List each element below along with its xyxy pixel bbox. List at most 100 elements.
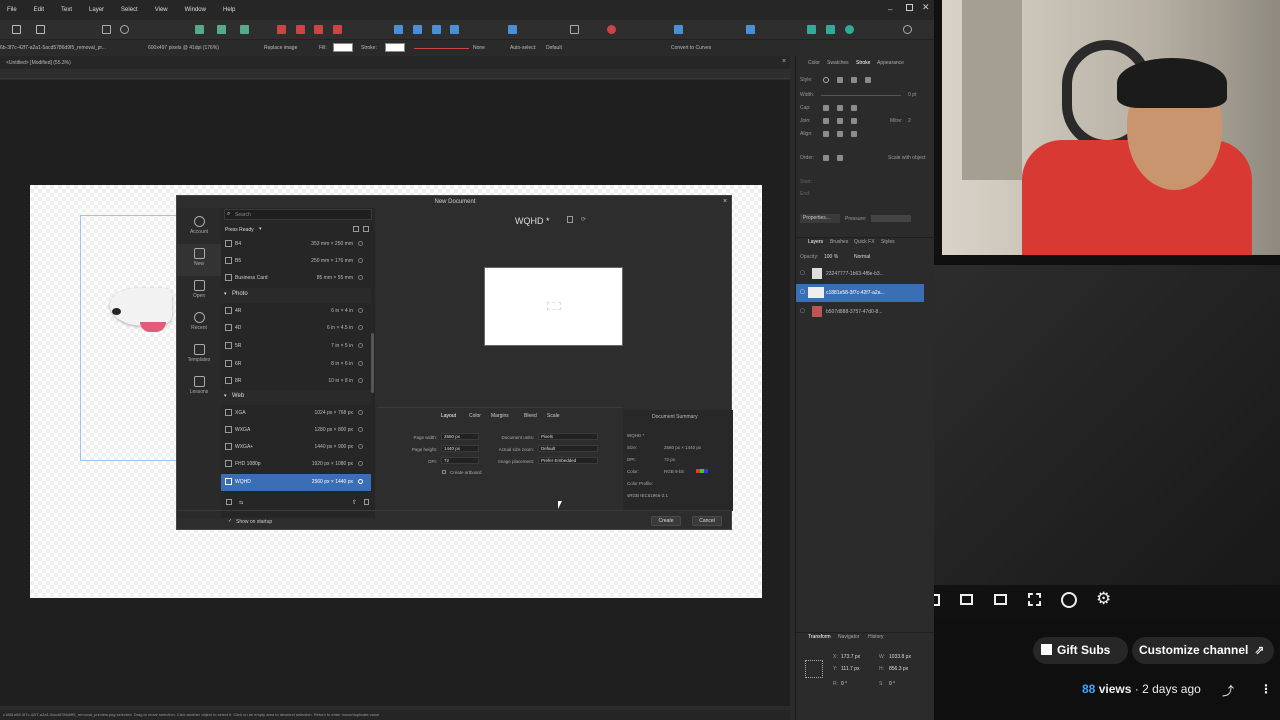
join-round-icon[interactable] — [837, 118, 843, 124]
autoplay-icon[interactable] — [1061, 592, 1077, 608]
list-mode-icon[interactable] — [363, 226, 369, 232]
nav-templates[interactable]: Templates — [177, 340, 221, 372]
arrange-icon[interactable] — [746, 25, 755, 34]
scale-with-object-label[interactable]: Scale with object — [888, 155, 926, 161]
width-value[interactable]: 0 pt — [908, 92, 916, 98]
layer-row[interactable]: ▢ 23247777-1b63-4f8e-b3... — [796, 265, 924, 283]
menu-help[interactable]: Help — [223, 7, 235, 13]
account-icon[interactable] — [903, 25, 912, 34]
snap3-icon[interactable] — [240, 25, 249, 34]
gear-icon[interactable] — [120, 25, 129, 34]
upload-icon[interactable]: ⇧ — [352, 499, 357, 506]
close-window-button[interactable]: ✕ — [922, 2, 930, 13]
no-stroke-icon[interactable] — [823, 77, 829, 83]
nav-open[interactable]: Open — [177, 276, 221, 308]
nav-recent[interactable]: Recent — [177, 308, 221, 340]
menu-text[interactable]: Text — [61, 7, 72, 13]
show-on-startup-checkbox[interactable]: ✓ — [228, 518, 232, 524]
cancel-button[interactable]: Cancel — [692, 516, 722, 526]
add-preset-icon[interactable] — [226, 499, 232, 505]
preset-row[interactable]: XGA 1024 px × 768 px — [221, 405, 371, 422]
cap-round-icon[interactable] — [837, 105, 843, 111]
w-field[interactable]: 1033.8 px — [889, 654, 911, 660]
preset-row-selected[interactable]: WQHD 2560 px × 1440 px — [221, 474, 371, 491]
preset-row[interactable]: 6R 8 in × 6 in — [221, 356, 371, 373]
cap-butt-icon[interactable] — [823, 105, 829, 111]
dog-image[interactable] — [110, 280, 176, 340]
tab-bleed[interactable]: Bleed — [524, 413, 537, 419]
snap-icon[interactable] — [195, 25, 204, 34]
tab-color[interactable]: Color — [469, 413, 481, 419]
maximize-button[interactable] — [906, 4, 913, 11]
preset-row[interactable]: FHD 1080p 1920 px × 1080 px — [221, 456, 371, 473]
preset-row[interactable]: 4R 6 in × 4 in — [221, 303, 371, 320]
align-inside-icon[interactable] — [837, 131, 843, 137]
convert-to-curves-button[interactable]: Convert to Curves — [671, 45, 711, 51]
chapters-icon[interactable] — [934, 594, 940, 606]
nav-lessons[interactable]: Lessons — [177, 372, 221, 404]
r-field[interactable]: 0 ° — [841, 681, 847, 687]
tab-scale[interactable]: Scale — [547, 413, 560, 419]
snap2-icon[interactable] — [217, 25, 226, 34]
replace-image-button[interactable]: Replace image — [264, 45, 297, 51]
flip-icon[interactable] — [607, 25, 616, 34]
document-tab[interactable]: <Untitled> [Modified] (55.3%) × — [0, 56, 790, 69]
move-tool-icon[interactable] — [36, 25, 45, 34]
studio-icon-3[interactable] — [845, 25, 854, 34]
menu-select[interactable]: Select — [121, 7, 138, 13]
solid-line-icon[interactable] — [837, 77, 843, 83]
dialog-close-icon[interactable]: × — [723, 198, 727, 205]
nav-account[interactable]: Account — [177, 212, 221, 244]
tab-layers[interactable]: Layers — [808, 239, 823, 245]
list-scrollbar[interactable] — [371, 333, 374, 393]
align-top-icon[interactable] — [450, 25, 459, 34]
boolean-subtract-icon[interactable] — [296, 25, 305, 34]
boolean-xor-icon[interactable] — [333, 25, 342, 34]
tab-quick-fx[interactable]: Quick FX — [854, 239, 875, 245]
view-mode-icon[interactable] — [353, 226, 359, 232]
layer-row[interactable]: ▢ b507d888-3757-47d0-8... — [796, 303, 924, 321]
subtitles-icon[interactable] — [994, 594, 1007, 605]
preset-row[interactable]: Business Card 85 mm × 55 mm — [221, 270, 371, 287]
properties-button[interactable]: Properties... — [800, 214, 840, 223]
group-header-web[interactable]: ▾ Web — [221, 390, 371, 405]
preset-row[interactable]: 5R 7 in × 5 in — [221, 338, 371, 355]
eye-icon[interactable]: ▢ — [800, 270, 805, 276]
distribute-icon[interactable] — [508, 25, 517, 34]
order-front-icon[interactable] — [837, 155, 843, 161]
align-center-icon[interactable] — [413, 25, 422, 34]
preset-row[interactable]: WXGA+ 1440 px × 900 px — [221, 439, 371, 456]
delete-preset-icon[interactable] — [364, 499, 369, 505]
studio-icon-1[interactable] — [807, 25, 816, 34]
preset-options-icon[interactable]: ⇆ — [239, 500, 243, 506]
eye-icon[interactable]: ▢ — [800, 289, 805, 295]
mitre-value[interactable]: 2 — [908, 118, 911, 124]
nav-new[interactable]: New — [177, 244, 221, 276]
filter-chevron-icon[interactable]: ▾ — [259, 226, 262, 232]
anchor-grid-icon[interactable] — [805, 660, 823, 678]
opacity-value[interactable]: 100 % — [824, 254, 838, 260]
boolean-intersect-icon[interactable] — [314, 25, 323, 34]
preset-row[interactable]: B5 250 mm × 176 mm — [221, 253, 371, 270]
align-right-icon[interactable] — [432, 25, 441, 34]
actual-size-zoom-dropdown[interactable]: Default — [538, 445, 598, 452]
width-slider[interactable] — [821, 95, 901, 96]
gift-subs-button[interactable]: Gift Subs — [1033, 637, 1128, 664]
preset-row[interactable]: 4D 6 in × 4.5 in — [221, 320, 371, 337]
eye-icon[interactable]: ▢ — [800, 308, 805, 314]
order-behind-icon[interactable] — [823, 155, 829, 161]
tab-color[interactable]: Color — [808, 60, 820, 66]
share-icon[interactable]: ⤴ — [1222, 682, 1234, 699]
blend-mode-dropdown[interactable]: Normal — [854, 254, 870, 260]
align-left-icon[interactable] — [394, 25, 403, 34]
image-placement-dropdown[interactable]: Prefer Embedded — [538, 457, 598, 464]
h-field[interactable]: 856.3 px — [889, 666, 908, 672]
layer-row-selected[interactable]: ▢ c1881e58-3f7c-42f7-a2a... — [796, 284, 924, 302]
preset-row[interactable]: WXGA 1280 px × 800 px — [221, 422, 371, 439]
search-input[interactable]: ⌕ Search — [224, 209, 372, 220]
document-units-dropdown[interactable]: Pixels — [538, 433, 598, 440]
menu-view[interactable]: View — [155, 7, 168, 13]
minimize-button[interactable]: – — [888, 5, 892, 14]
persona-icon[interactable] — [12, 25, 21, 34]
y-field[interactable]: 111.7 px — [841, 666, 859, 672]
